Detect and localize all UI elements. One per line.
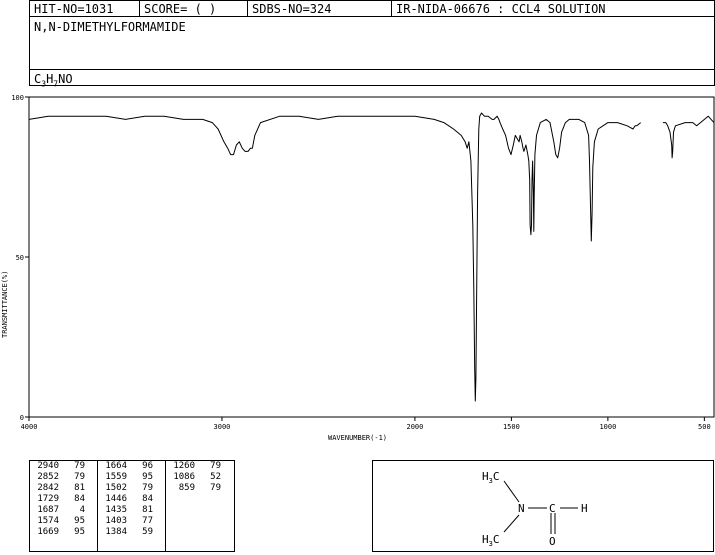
ir-nida-solution: IR-NIDA-06676 : CCL4 SOLUTION: [396, 2, 606, 16]
peak-row: 859 79: [169, 483, 234, 494]
peak-wavenumber: 1260: [173, 461, 195, 471]
methyl-top: H3C: [482, 470, 499, 485]
structure-box: H3C H3C N C H O: [372, 460, 714, 552]
y-tick-label: 0: [20, 414, 24, 422]
header-bar: HIT-NO=1031 SCORE= ( ) SDBS-NO=324 IR-NI…: [29, 0, 715, 17]
peak-row: 1403 77: [101, 516, 165, 527]
peak-transmittance: 59: [142, 527, 153, 537]
peak-transmittance: 77: [142, 516, 153, 526]
peak-column-3: 1260 79 1086 52 859 79: [166, 461, 234, 551]
peak-transmittance: 79: [142, 483, 153, 493]
peak-transmittance: 4: [79, 505, 85, 515]
peak-transmittance: 96: [142, 461, 153, 471]
ir-spectrum-chart: 0 50 100 4000 3000 2000 1500 1000 500 TRANSMITT…: [1, 94, 715, 442]
peak-wavenumber: 1403: [105, 516, 127, 526]
x-tick-label: 1500: [503, 423, 520, 431]
hit-number: HIT-NO=1031: [30, 1, 140, 17]
peak-wavenumber: 1502: [105, 483, 127, 493]
x-tick-label: 2000: [406, 423, 423, 431]
peak-transmittance: 84: [142, 494, 153, 504]
peak-row: 1435 81: [101, 505, 165, 516]
y-axis-label: TRANSMITTANCE(%): [1, 271, 9, 338]
peak-wavenumber: 1435: [105, 505, 127, 515]
peak-table: 2940 79 2852 79 2842 81 1729 84 1687 4 1574 95 1669 9…: [29, 460, 235, 552]
bond-ch3-n-bottom: [503, 514, 520, 533]
peak-wavenumber: 1687: [37, 505, 59, 515]
peak-row: 2940 79: [33, 461, 97, 472]
x-tick-label: 500: [698, 423, 711, 431]
peak-row: 1502 79: [101, 483, 165, 494]
peak-transmittance: 95: [142, 472, 153, 482]
peak-transmittance: 81: [74, 483, 85, 493]
peak-transmittance: 95: [74, 527, 85, 537]
x-axis-label: WAVENUMBER(-1): [328, 434, 387, 442]
oxygen-atom: O: [549, 535, 556, 548]
peak-wavenumber: 859: [178, 483, 195, 493]
peak-column-2: 1664 96 1559 95 1502 79 1446 84 1435 81 1403 77 1384…: [98, 461, 166, 551]
plot-frame: [28, 96, 715, 418]
compound-name: N,N-DIMETHYLFORMAMIDE: [34, 20, 186, 34]
peak-row: 2852 79: [33, 472, 97, 483]
peak-transmittance: 79: [74, 472, 85, 482]
x-tick-label: 3000: [214, 423, 231, 431]
peak-wavenumber: 2940: [37, 461, 59, 471]
peak-row: 1086 52: [169, 472, 234, 483]
molecular-formula: C3H7NO: [34, 72, 73, 89]
formula-divider: [30, 69, 714, 70]
peak-wavenumber: 1086: [173, 472, 195, 482]
peak-transmittance: 52: [210, 472, 221, 482]
peak-row: 1687 4: [33, 505, 97, 516]
formyl-hydrogen: H: [581, 502, 588, 515]
peak-row: 1384 59: [101, 527, 165, 538]
peak-wavenumber: 1574: [37, 516, 59, 526]
peak-transmittance: 79: [210, 483, 221, 493]
peak-row: 1669 95: [33, 527, 97, 538]
nitrogen-atom: N: [518, 502, 525, 515]
bond-ch3-n-top: [503, 480, 520, 503]
peak-row: 1574 95: [33, 516, 97, 527]
peak-wavenumber: 1729: [37, 494, 59, 504]
peak-wavenumber: 1669: [37, 527, 59, 537]
peak-wavenumber: 1559: [105, 472, 127, 482]
peak-row: 1729 84: [33, 494, 97, 505]
sdbs-number: SDBS-NO=324: [248, 1, 392, 17]
spectrum-trace: [662, 115, 715, 159]
x-tick-label: 1000: [599, 423, 616, 431]
peak-transmittance: 95: [74, 516, 85, 526]
peak-row: 2842 81: [33, 483, 97, 494]
peak-transmittance: 81: [142, 505, 153, 515]
peak-row: 1446 84: [101, 494, 165, 505]
carbonyl-carbon: C: [549, 502, 556, 515]
molecule-structure: H3C H3C N C H O: [482, 470, 588, 548]
peak-wavenumber: 2842: [37, 483, 59, 493]
peak-transmittance: 79: [74, 461, 85, 471]
y-tick-label: 50: [16, 254, 24, 262]
methyl-bottom: H3C: [482, 533, 499, 548]
peak-wavenumber: 2852: [37, 472, 59, 482]
peak-transmittance: 79: [210, 461, 221, 471]
peak-row: 1664 96: [101, 461, 165, 472]
x-tick-label: 4000: [21, 423, 38, 431]
spectrum-trace: [28, 112, 642, 402]
peak-row: 1559 95: [101, 472, 165, 483]
peak-column-1: 2940 79 2852 79 2842 81 1729 84 1687 4 1574 95 1669 9…: [30, 461, 98, 551]
score: SCORE= ( ): [140, 1, 248, 17]
compound-name-box: N,N-DIMETHYLFORMAMIDE C3H7NO: [29, 16, 715, 89]
y-tick-label: 100: [11, 94, 24, 102]
peak-wavenumber: 1446: [105, 494, 127, 504]
peak-wavenumber: 1664: [105, 461, 127, 471]
peak-transmittance: 84: [74, 494, 85, 504]
peak-row: 1260 79: [169, 461, 234, 472]
peak-wavenumber: 1384: [105, 527, 127, 537]
